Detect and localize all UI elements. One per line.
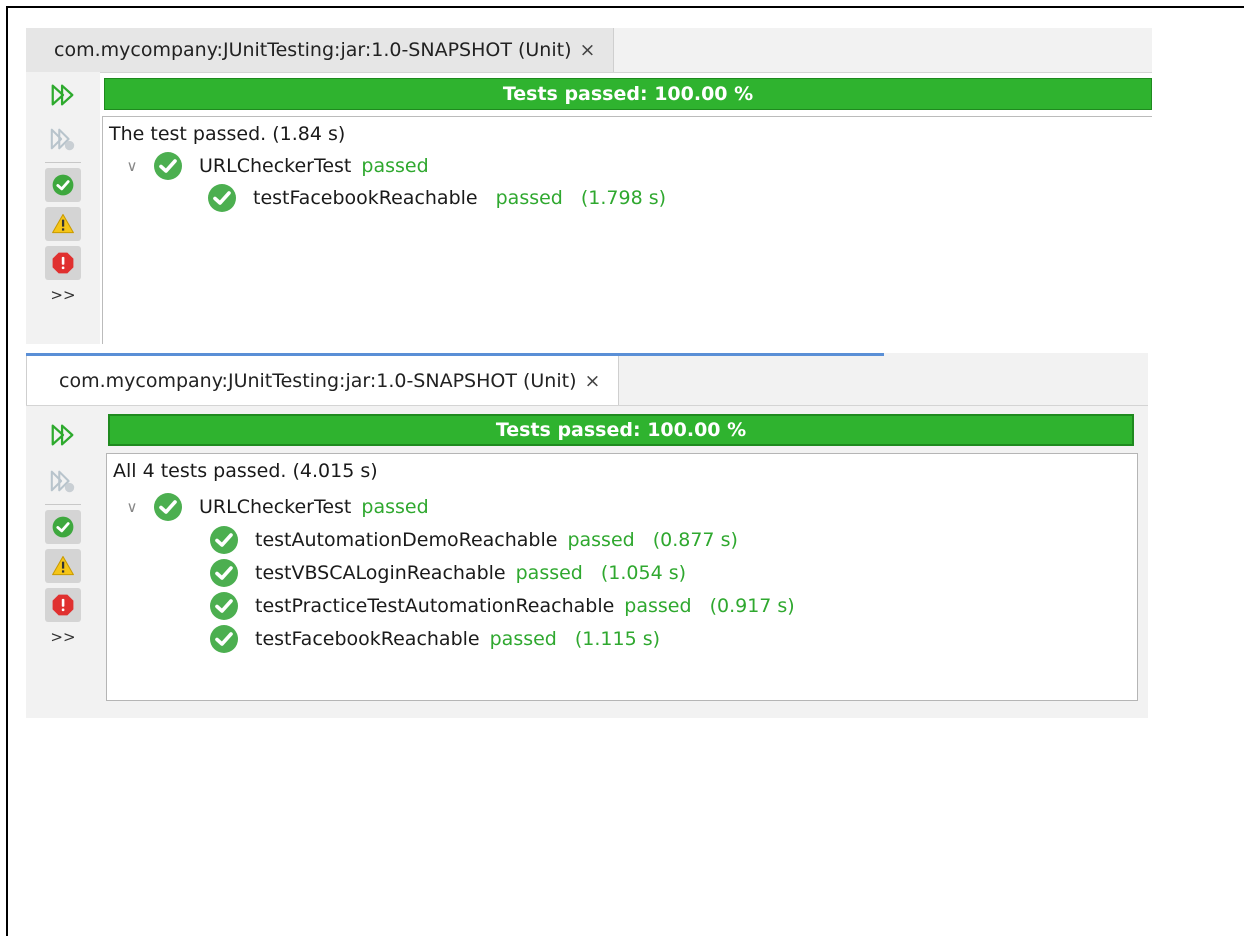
summary-text: The test passed. (1.84 s) <box>109 123 346 145</box>
suite-status: passed <box>361 496 429 518</box>
test-node[interactable]: testVBSCALoginReachable passed (1.054 s) <box>209 558 686 588</box>
progress-bar: Tests passed: 100.00 % <box>108 414 1134 446</box>
test-name: testFacebookReachable <box>255 628 480 650</box>
error-octagon-icon <box>50 250 76 276</box>
side-toolbar: >> <box>26 72 100 344</box>
tab-bar: com.mycompany:JUnitTesting:jar:1.0-SNAPS… <box>26 28 1152 73</box>
rerun-failed-button[interactable] <box>45 464 81 498</box>
test-name: testVBSCALoginReachable <box>255 562 506 584</box>
warning-triangle-icon <box>50 553 76 579</box>
green-check-icon <box>207 183 237 213</box>
test-status: passed <box>495 187 563 209</box>
test-name: testFacebookReachable <box>253 187 478 209</box>
rerun-button[interactable] <box>45 78 81 112</box>
test-node[interactable]: testAutomationDemoReachable passed (0.87… <box>209 525 738 555</box>
show-errors-toggle[interactable] <box>45 588 81 622</box>
green-check-icon <box>209 558 239 588</box>
progress-bar: Tests passed: 100.00 % <box>104 78 1152 110</box>
test-node[interactable]: testFacebookReachable passed (1.115 s) <box>209 624 660 654</box>
test-name: testAutomationDemoReachable <box>255 529 558 551</box>
chevron-down-icon[interactable]: ∨ <box>121 498 143 516</box>
tab-bar: com.mycompany:JUnitTesting:jar:1.0-SNAPS… <box>26 356 1148 406</box>
test-duration: (1.054 s) <box>600 562 687 584</box>
suite-node[interactable]: ∨ URLCheckerTest passed <box>121 151 429 181</box>
show-warnings-toggle[interactable] <box>45 549 81 583</box>
double-play-icon <box>49 421 77 449</box>
show-warnings-toggle[interactable] <box>45 207 81 241</box>
suite-status: passed <box>361 155 429 177</box>
test-results-panel-1: com.mycompany:JUnitTesting:jar:1.0-SNAPS… <box>26 28 1152 344</box>
rerun-failed-icon <box>49 125 77 153</box>
close-icon[interactable]: × <box>585 370 601 392</box>
green-check-icon <box>153 492 183 522</box>
suite-name: URLCheckerTest <box>199 155 352 177</box>
test-duration: (1.115 s) <box>574 628 661 650</box>
overflow-chevron-icon[interactable]: >> <box>50 628 75 646</box>
check-circle-icon <box>50 172 76 198</box>
progress-label: Tests passed: 100.00 % <box>502 83 754 105</box>
test-status: passed <box>624 595 692 617</box>
chevron-down-icon[interactable]: ∨ <box>121 157 143 175</box>
side-toolbar: >> <box>26 406 100 718</box>
double-play-icon <box>49 81 77 109</box>
test-status: passed <box>515 562 583 584</box>
test-name: testPracticeTestAutomationReachable <box>255 595 615 617</box>
warning-triangle-icon <box>50 211 76 237</box>
test-node[interactable]: testFacebookReachable passed (1.798 s) <box>207 183 666 213</box>
show-errors-toggle[interactable] <box>45 246 81 280</box>
rerun-failed-button[interactable] <box>45 122 81 156</box>
toolbar-separator <box>45 162 81 163</box>
progress-label: Tests passed: 100.00 % <box>495 419 747 441</box>
check-circle-icon <box>50 514 76 540</box>
overflow-chevron-icon[interactable]: >> <box>50 286 75 304</box>
show-passed-toggle[interactable] <box>45 168 81 202</box>
results-tree: All 4 tests passed. (4.015 s) ∨ URLCheck… <box>106 453 1138 701</box>
toolbar-separator <box>45 504 81 505</box>
test-node[interactable]: testPracticeTestAutomationReachable pass… <box>209 591 795 621</box>
test-status: passed <box>489 628 557 650</box>
tab-title: com.mycompany:JUnitTesting:jar:1.0-SNAPS… <box>59 369 577 392</box>
test-duration: (0.877 s) <box>652 529 738 551</box>
suite-node[interactable]: ∨ URLCheckerTest passed <box>121 492 429 522</box>
green-check-icon <box>209 624 239 654</box>
test-duration: (1.798 s) <box>580 187 667 209</box>
rerun-button[interactable] <box>45 418 81 452</box>
tab-title: com.mycompany:JUnitTesting:jar:1.0-SNAPS… <box>54 39 572 61</box>
green-check-icon <box>153 151 183 181</box>
results-tree: The test passed. (1.84 s) ∨ URLCheckerTe… <box>102 116 1152 344</box>
green-check-icon <box>209 525 239 555</box>
tab-test-results[interactable]: com.mycompany:JUnitTesting:jar:1.0-SNAPS… <box>26 28 615 72</box>
tab-test-results[interactable]: com.mycompany:JUnitTesting:jar:1.0-SNAPS… <box>26 356 620 405</box>
rerun-failed-icon <box>49 467 77 495</box>
test-results-panel-2: com.mycompany:JUnitTesting:jar:1.0-SNAPS… <box>26 353 1148 718</box>
suite-name: URLCheckerTest <box>199 496 352 518</box>
close-icon[interactable]: × <box>580 39 596 61</box>
green-check-icon <box>209 591 239 621</box>
error-octagon-icon <box>50 592 76 618</box>
test-duration: (0.917 s) <box>709 595 795 617</box>
test-status: passed <box>567 529 635 551</box>
show-passed-toggle[interactable] <box>45 510 81 544</box>
summary-text: All 4 tests passed. (4.015 s) <box>113 460 378 482</box>
